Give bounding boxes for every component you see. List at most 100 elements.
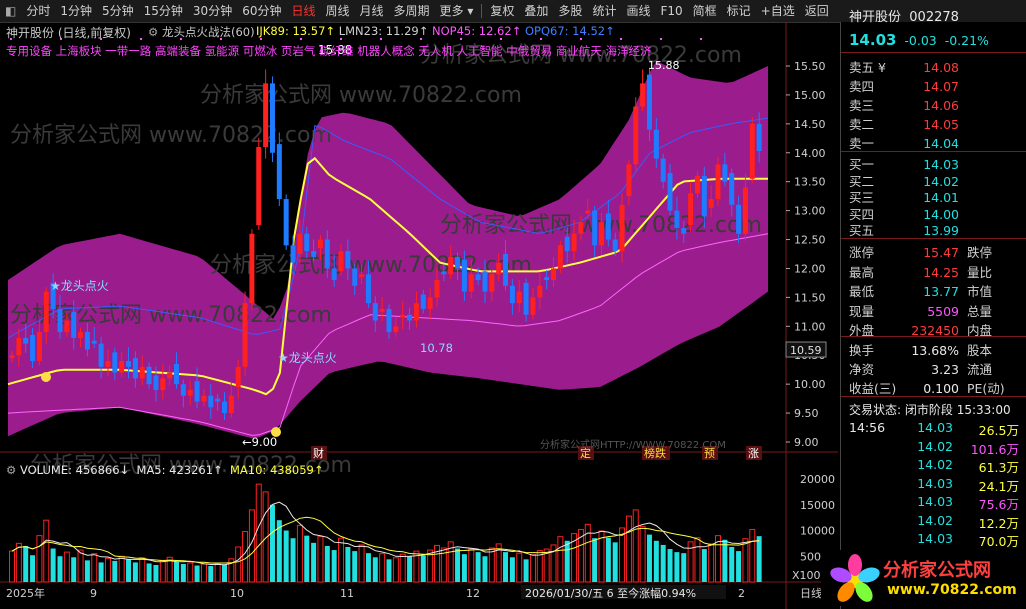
candle-body — [57, 308, 63, 333]
candle-body — [30, 334, 36, 362]
indicator-label: 龙头点火战法(60) — [161, 25, 255, 39]
price-summary: 14.03 -0.03 -0.21% — [849, 31, 989, 49]
toolbar-separator — [481, 4, 483, 18]
volume-bar-down — [503, 552, 509, 582]
y-tick-label: 9.50 — [794, 407, 819, 420]
candle-body — [174, 363, 180, 385]
volume-settings-icon[interactable]: ⚙ — [6, 463, 20, 477]
volume-bar-down — [180, 563, 186, 582]
x-axis-label-5: 2026/01/30/五 6 至今涨幅0.94% — [525, 586, 696, 600]
volume-bar-down — [365, 553, 371, 582]
volume-bar-up — [139, 557, 146, 583]
stat2-row-0: 换手 13.68% 股本 — [849, 343, 992, 358]
volume-bar-down — [523, 559, 529, 582]
toolbar-item-5[interactable]: 60分钟 — [237, 0, 286, 22]
candle-body — [256, 146, 262, 226]
toolbar-item-8[interactable]: 月线 — [355, 0, 389, 22]
chart-stock-title: 神开股份 (日线,前复权) — [6, 26, 131, 40]
volume-bar-up — [488, 547, 495, 583]
volume-bar-up — [296, 524, 303, 583]
volume-bar-up — [200, 563, 207, 583]
annotation-peak2: 15.88 — [648, 59, 680, 72]
toolbar-item-6[interactable]: 日线 — [286, 0, 320, 22]
volume-bar-down — [461, 554, 467, 582]
toolbar-item-1[interactable]: 1分钟 — [55, 0, 97, 22]
candle-body — [400, 314, 406, 318]
candle-body — [564, 236, 570, 252]
toolbar-item-2[interactable]: 5分钟 — [97, 0, 139, 22]
candle-body — [269, 83, 275, 153]
candle-body — [667, 173, 673, 211]
ask-row-5: 卖五 ¥14.08 — [849, 60, 959, 75]
toolbar-item-19[interactable]: +自选 — [756, 0, 800, 22]
candle-body — [249, 233, 255, 304]
sep-book — [841, 151, 1026, 152]
price-band — [8, 60, 768, 439]
sep-4 — [841, 396, 1026, 397]
candle-body — [228, 395, 234, 414]
top-dot — [660, 38, 662, 40]
logo-url: www.70822.com — [887, 582, 1017, 598]
toolbar-item-11[interactable]: 复权 — [485, 0, 519, 22]
kline-chart[interactable]: 分析家公式网 www.70822.com 分析家公式网 www.70822.com… — [0, 22, 838, 609]
candle-body — [646, 74, 652, 130]
candle-body — [612, 239, 618, 252]
top-dot — [140, 38, 142, 40]
volume-bar-up — [104, 557, 111, 583]
candle-body — [516, 291, 522, 304]
chart-area[interactable]: 分析家公式网 www.70822.com 分析家公式网 www.70822.com… — [0, 22, 838, 609]
toolbar-item-9[interactable]: 多周期 — [389, 0, 435, 22]
indicator-name[interactable]: ⚙ 龙头点火战法(60) — [148, 24, 255, 40]
volume-bar-down — [482, 556, 488, 582]
toolbar-item-20[interactable]: 返回 — [800, 0, 834, 22]
stock-name: 神开股份 — [849, 10, 902, 25]
volume-bar-up — [91, 553, 98, 583]
candle-body — [290, 245, 296, 263]
volume-bar-down — [23, 545, 29, 582]
candle-body — [372, 303, 378, 321]
stat2-row-1: 净资 3.23 流通 — [849, 362, 992, 377]
indicator-dropdown-icon[interactable]: ⚙ — [148, 25, 162, 39]
volume-bar-down — [646, 534, 652, 582]
candle-body — [722, 164, 728, 182]
toolbar-item-0[interactable]: 分时 — [21, 0, 55, 22]
x-axis-label-2: 10 — [230, 587, 244, 600]
candle-body — [749, 123, 755, 179]
toolbar-item-10[interactable]: 更多 ▾ — [435, 0, 479, 22]
panel-toggle-icon[interactable]: ◧ — [0, 0, 21, 22]
candle-body — [311, 251, 317, 257]
candle-body — [119, 361, 125, 373]
candle-body — [201, 395, 207, 402]
volume-bar-down — [324, 545, 330, 582]
flower-logo-icon — [830, 554, 880, 602]
volume-bar-down — [681, 553, 687, 582]
toolbar-item-17[interactable]: 简框 — [688, 0, 722, 22]
volume-bar-up — [468, 548, 475, 583]
candle-body — [242, 303, 248, 367]
legend-item-0: IJK89: 13.57↑ — [256, 24, 339, 38]
candle-body — [619, 204, 625, 252]
volume-bar-up — [187, 562, 194, 583]
toolbar-item-7[interactable]: 周线 — [321, 0, 355, 22]
toolbar-item-16[interactable]: F10 — [655, 0, 687, 22]
toolbar-item-12[interactable]: 叠加 — [519, 0, 553, 22]
top-dot — [540, 38, 542, 40]
candle-body — [496, 262, 502, 275]
toolbar-item-14[interactable]: 统计 — [587, 0, 621, 22]
toolbar-items: 分时 1分钟 5分钟 15分钟 30分钟 60分钟 日线 周线 月线 多周期 更多 ▾ 复权 叠加 多股统… — [21, 0, 833, 22]
volume-bar-down — [653, 540, 659, 582]
candle-body — [283, 199, 289, 246]
toolbar-item-15[interactable]: 画线 — [621, 0, 655, 22]
volume-bar-down — [276, 520, 282, 582]
toolbar-item-4[interactable]: 30分钟 — [188, 0, 237, 22]
annotation-signal2: ★龙头点火 — [278, 351, 337, 365]
top-dot — [340, 38, 342, 40]
candle-body — [180, 384, 186, 396]
quote-panel: 神开股份 002278 14.03 -0.03 -0.21% 卖五 ¥14.08 卖四… — [821, 10, 1026, 609]
legend-item-1: LMN23: 11.29↑ — [338, 24, 433, 38]
toolbar-item-13[interactable]: 多股 — [553, 0, 587, 22]
candle-body — [736, 204, 742, 234]
volume-bar-down — [221, 564, 227, 582]
toolbar-item-3[interactable]: 15分钟 — [139, 0, 188, 22]
toolbar-item-18[interactable]: 标记 — [722, 0, 756, 22]
